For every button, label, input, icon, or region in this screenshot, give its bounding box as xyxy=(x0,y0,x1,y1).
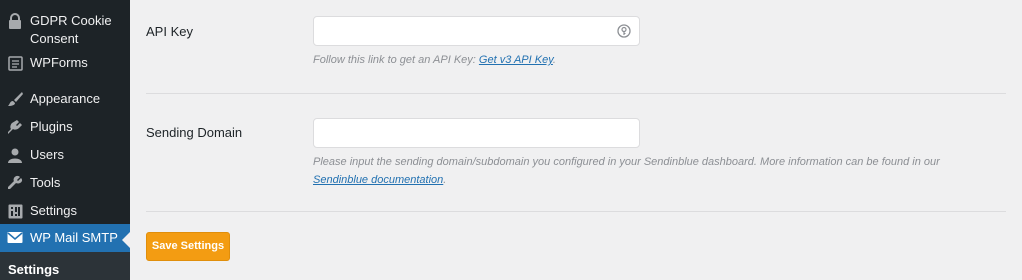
sidebar-item-users[interactable]: Users xyxy=(0,146,130,166)
sending-domain-input[interactable] xyxy=(313,118,640,148)
sidebar-item-label: Users xyxy=(30,147,64,162)
settings-content: API Key Follow this link to get an API K… xyxy=(130,0,1022,280)
sidebar-item-label: Tools xyxy=(30,175,61,190)
sidebar-item-appearance[interactable]: Appearance xyxy=(0,90,130,110)
wrench-icon xyxy=(7,175,23,191)
get-api-key-link[interactable]: Get v3 API Key xyxy=(479,54,553,66)
sidebar-item-wpforms[interactable]: WPForms xyxy=(0,54,130,74)
sendinblue-documentation-link[interactable]: Sendinblue documentation xyxy=(313,174,443,186)
active-menu-arrow xyxy=(122,232,130,248)
api-key-label: API Key xyxy=(146,24,193,39)
sidebar-item-label: GDPR Cookie Consent xyxy=(30,13,112,46)
password-manager-icon[interactable] xyxy=(617,24,631,38)
sidebar-item-plugins[interactable]: Plugins xyxy=(0,118,130,138)
sending-domain-help: Please input the sending domain/subdomai… xyxy=(313,153,993,189)
submenu: Settings xyxy=(0,252,130,280)
submenu-item-settings[interactable]: Settings xyxy=(8,262,59,277)
sidebar-item-gdpr-cookie-consent[interactable]: GDPR Cookie Consent xyxy=(0,12,130,48)
user-icon xyxy=(7,147,23,163)
admin-sidebar: GDPR Cookie Consent WPForms Appearance P… xyxy=(0,0,130,280)
section-divider xyxy=(146,211,1006,212)
sidebar-item-wp-mail-smtp[interactable]: WP Mail SMTP xyxy=(0,224,130,252)
sidebar-item-label: WP Mail SMTP xyxy=(30,230,118,245)
sidebar-item-settings[interactable]: Settings xyxy=(0,202,130,222)
lock-icon xyxy=(7,13,23,29)
sidebar-item-label: WPForms xyxy=(30,55,88,70)
wpforms-icon xyxy=(7,55,23,71)
api-key-help: Follow this link to get an API Key: Get … xyxy=(313,51,556,69)
mail-icon xyxy=(7,230,23,246)
plugin-icon xyxy=(7,119,23,135)
sidebar-item-label: Settings xyxy=(30,203,77,218)
sidebar-item-tools[interactable]: Tools xyxy=(0,174,130,194)
api-key-help-suffix: . xyxy=(552,54,556,66)
sidebar-item-label: Appearance xyxy=(30,91,101,106)
sending-domain-label: Sending Domain xyxy=(146,125,243,140)
api-key-input[interactable] xyxy=(313,16,640,46)
sidebar-item-label: Plugins xyxy=(30,119,73,134)
paintbrush-icon xyxy=(7,91,23,107)
section-divider xyxy=(146,93,1006,94)
sending-domain-help-suffix: . xyxy=(443,174,447,186)
save-settings-button[interactable]: Save Settings xyxy=(146,232,230,261)
sending-domain-help-text: Please input the sending domain/subdomai… xyxy=(313,156,940,168)
api-key-help-text: Follow this link to get an API Key: xyxy=(313,54,479,66)
settings-icon xyxy=(7,203,23,219)
